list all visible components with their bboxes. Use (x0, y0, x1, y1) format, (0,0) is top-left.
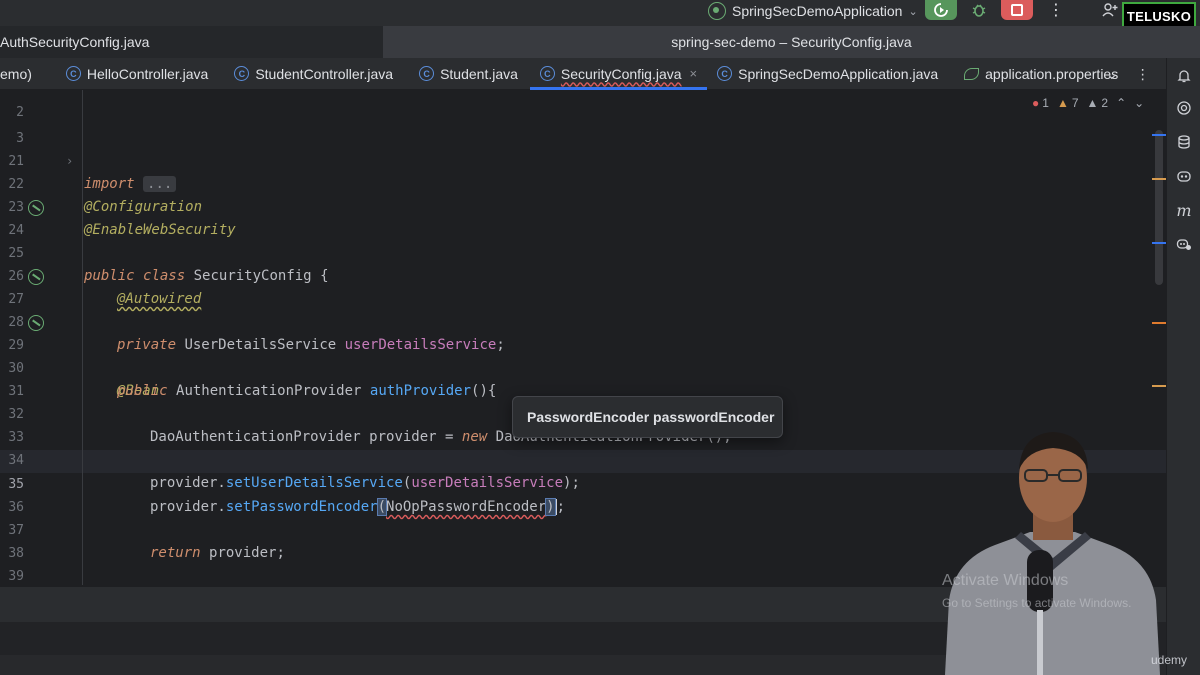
secondary-window-title[interactable]: AuthSecurityConfig.java (0, 26, 383, 58)
copilot-chat-icon[interactable] (1176, 236, 1192, 252)
more-actions-button[interactable]: ⋮ (1040, 0, 1072, 20)
notifications-icon[interactable] (1176, 68, 1192, 84)
code-line: 30 public AuthenticationProvider authPro… (8, 361, 497, 399)
code-line: 31 (8, 384, 24, 399)
code-line: 3 › import ... (0, 104, 1166, 192)
database-icon[interactable] (1176, 134, 1192, 150)
parameter-info-tooltip: PasswordEncoder passwordEncoder (512, 396, 783, 438)
bug-icon (972, 4, 986, 17)
code-line: 26 @Autowired (8, 269, 202, 307)
right-tool-window-bar: m (1166, 58, 1200, 675)
chevron-down-icon: ⌄ (908, 5, 918, 18)
code-line: 24 public class SecurityConfig { (0, 196, 1166, 284)
rerun-icon (934, 3, 948, 17)
code-line: 28 (8, 315, 24, 330)
run-configuration-selector[interactable]: SpringSecDemoApplication ⌄ (708, 0, 918, 22)
more-vertical-icon: ⋮ (1048, 2, 1064, 19)
stop-icon (1011, 4, 1023, 16)
activate-windows-watermark: Activate Windows Go to Settings to activ… (942, 572, 1132, 610)
code-line: 2 (16, 105, 24, 120)
code-line: 22 @Configuration (8, 177, 203, 215)
autowired-gutter-icon[interactable] (28, 269, 44, 285)
run-configuration-label: SpringSecDemoApplication (732, 3, 903, 19)
spring-bean-gutter-icon[interactable] (28, 200, 44, 216)
udemy-watermark: udemy (1151, 653, 1188, 667)
copilot-icon[interactable] (1176, 168, 1192, 184)
presenter-video-overlay (945, 432, 1160, 675)
code-line: 25 (8, 246, 24, 261)
debug-button[interactable] (963, 0, 995, 20)
add-user-icon (1102, 3, 1118, 17)
code-line: 27 private UserDetailsService userDetail… (0, 265, 1166, 353)
window-title-bar: AuthSecurityConfig.java spring-sec-demo … (0, 26, 1200, 58)
bean-method-gutter-icon[interactable] (28, 315, 44, 331)
code-line: 29 @Bean (0, 311, 1166, 399)
code-line: 23 @EnableWebSecurity (8, 200, 236, 238)
maven-icon[interactable]: m (1176, 201, 1192, 220)
main-toolbar: SpringSecDemoApplication ⌄ ⋮ (0, 0, 1200, 26)
code-line: 21 (8, 154, 24, 169)
stop-button[interactable] (1001, 0, 1033, 20)
window-title: spring-sec-demo – SecurityConfig.java (383, 26, 1200, 58)
ai-assistant-icon[interactable] (1176, 100, 1192, 116)
spring-boot-icon (708, 2, 726, 20)
rerun-button[interactable] (925, 0, 957, 20)
